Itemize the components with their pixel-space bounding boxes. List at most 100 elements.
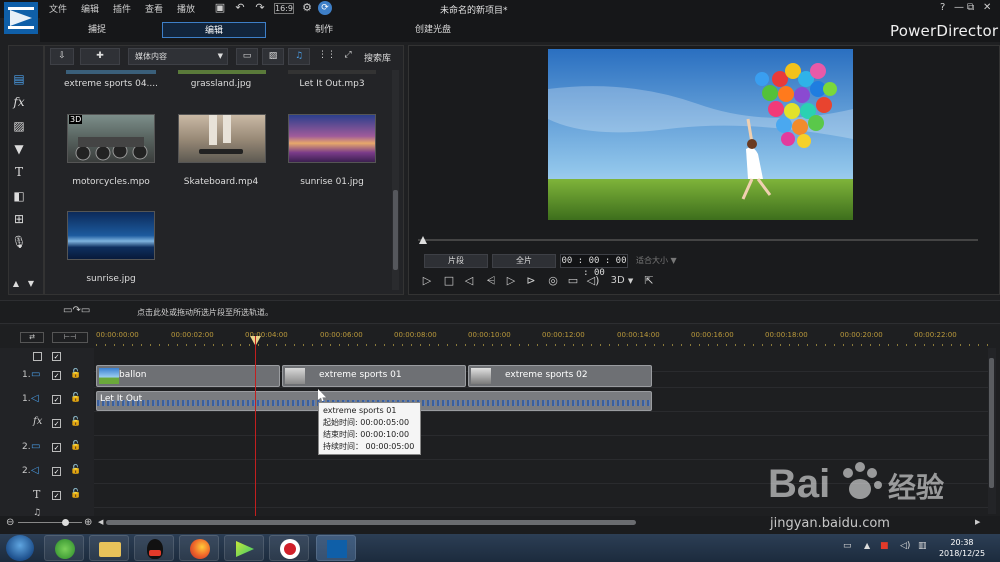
storyboard-toggle-icon[interactable]: ⇄ (20, 332, 44, 343)
menu-plugins[interactable]: 插件 (113, 2, 131, 15)
help-button[interactable]: ? (940, 2, 945, 13)
movie-mode-button[interactable]: 全片 (492, 254, 556, 268)
media-thumb-skateboard[interactable] (178, 114, 266, 163)
menu-edit[interactable]: 编辑 (81, 2, 99, 15)
app-logo[interactable] (4, 2, 38, 34)
enable-checkbox[interactable]: ✓ (52, 443, 61, 452)
fast-forward-icon[interactable]: ⊳ (524, 274, 538, 288)
tab-edit[interactable]: 编辑 (162, 22, 266, 38)
playhead[interactable] (255, 336, 256, 516)
filter-image-button[interactable]: ▨ (262, 48, 284, 65)
media-room-icon[interactable]: ▤ (11, 71, 27, 87)
undock-preview-icon[interactable]: ⇱ (642, 274, 656, 288)
media-thumb[interactable] (288, 70, 376, 74)
taskbar-explorer-icon[interactable] (89, 535, 129, 561)
start-button[interactable] (6, 535, 34, 561)
media-thumb[interactable] (66, 70, 156, 74)
particle-room-icon[interactable]: ▼ (11, 141, 27, 157)
video-clip[interactable]: extreme sports 01 (282, 365, 466, 387)
filter-video-button[interactable]: ▭ (236, 48, 258, 65)
video-clip[interactable]: ballon (96, 365, 280, 387)
fit-timeline-icon[interactable]: ⊢⊣ (52, 332, 88, 343)
pip-room-icon[interactable]: ▨ (11, 118, 27, 134)
taskbar-qq-icon[interactable] (134, 535, 174, 561)
transition-room-icon[interactable]: ◧ (11, 188, 27, 204)
redo-icon[interactable]: ↷ (253, 1, 267, 15)
enable-checkbox[interactable]: ✓ (52, 395, 61, 404)
close-button[interactable]: ✕ (983, 2, 991, 13)
zoom-slider[interactable] (18, 522, 82, 523)
fit-size-dropdown[interactable]: 适合大小 ▼ (636, 255, 677, 266)
clip-mode-button[interactable]: 片段 (424, 254, 488, 268)
taskbar-powerdirector-icon[interactable] (316, 535, 356, 561)
voiceover-room-icon[interactable]: 🎙 (11, 234, 27, 250)
enable-checkbox[interactable]: ✓ (52, 352, 61, 361)
taskbar-video-app-icon[interactable] (224, 535, 264, 561)
plugin-button[interactable]: ✚ (80, 48, 120, 65)
zoom-in-icon[interactable]: ⊕ (84, 517, 92, 528)
tray-volume-icon[interactable]: ◁) (900, 541, 910, 551)
preview-seekbar[interactable] (418, 239, 978, 241)
lock-icon[interactable]: 🔓 (70, 393, 81, 403)
lock-icon[interactable]: 🔓 (70, 489, 81, 499)
library-scrollbar[interactable] (392, 70, 399, 290)
timeline-hscroll-thumb[interactable] (106, 520, 636, 525)
resize-thumbnail-icon[interactable]: ⤢ (340, 48, 356, 65)
tray-network-icon[interactable]: ▥ (918, 541, 927, 551)
tab-capture[interactable]: 捕捉 (60, 22, 134, 38)
grid-view-icon[interactable]: ⋮⋮ (318, 48, 336, 65)
undo-icon[interactable]: ↶ (233, 1, 247, 15)
previous-frame-icon[interactable]: ◁ (462, 274, 476, 288)
tray-security-icon[interactable]: ■ (880, 541, 889, 551)
upgrade-icon[interactable]: ⟳ (318, 1, 332, 15)
media-thumb-motorcycles[interactable]: 3D (67, 114, 155, 163)
enable-checkbox[interactable]: ✓ (52, 419, 61, 428)
media-thumb[interactable] (178, 70, 266, 74)
snapshot-icon[interactable]: ◎ (546, 274, 560, 288)
rail-up-icon[interactable]: ▲ (11, 276, 21, 292)
fx-room-icon[interactable]: fx (11, 94, 27, 110)
lock-icon[interactable]: 🔓 (70, 417, 81, 427)
enable-checkbox[interactable]: ✓ (52, 371, 61, 380)
enable-checkbox[interactable]: ✓ (52, 467, 61, 476)
lock-icon[interactable]: 🔓 (70, 465, 81, 475)
scroll-thumb[interactable] (989, 358, 994, 488)
3d-mode-dropdown[interactable]: 3D ▼ (608, 274, 636, 288)
scroll-left-icon[interactable]: ◀ (98, 518, 103, 526)
search-library-button[interactable]: 搜索库 (364, 51, 391, 64)
zoom-out-icon[interactable]: ⊖ (6, 517, 14, 528)
tab-create-disc[interactable]: 创建光盘 (400, 22, 466, 38)
media-thumb-sunrise-01[interactable] (288, 114, 376, 163)
title-room-icon[interactable]: T (11, 164, 27, 180)
audio-mixing-room-icon[interactable]: ⊞ (11, 211, 27, 227)
taskbar-clock[interactable]: 20:38 2018/12/25 (938, 537, 986, 559)
video-clip[interactable]: extreme sports 02 (468, 365, 652, 387)
tray-expand-icon[interactable]: ▲ (864, 541, 870, 550)
menu-file[interactable]: 文件 (49, 2, 67, 15)
lock-icon[interactable]: 🔓 (70, 369, 81, 379)
subtitle-icon[interactable]: ▭ (566, 274, 580, 288)
menu-view[interactable]: 查看 (145, 2, 163, 15)
insert-to-track-icon[interactable]: ▭↷▭ (63, 305, 90, 316)
tray-keyboard-icon[interactable]: ▭ (843, 541, 852, 551)
scroll-thumb[interactable] (393, 190, 398, 270)
aspect-ratio-icon[interactable]: 16:9 (274, 3, 294, 14)
play-icon[interactable]: ▷ (420, 274, 434, 288)
filter-audio-button[interactable]: ♫ (288, 48, 310, 65)
rail-down-icon[interactable]: ▼ (26, 276, 36, 292)
media-thumb-sunrise[interactable] (67, 211, 155, 260)
master-track-toggle[interactable] (33, 352, 42, 361)
lock-icon[interactable]: 🔓 (70, 441, 81, 451)
taskbar-browser-icon[interactable] (44, 535, 84, 561)
taskbar-recorder-icon[interactable] (269, 535, 309, 561)
split-icon[interactable]: ⩤ (484, 274, 498, 288)
stop-icon[interactable]: □ (442, 274, 456, 288)
timecode-display[interactable]: 00 : 00 : 00 : 00 (560, 254, 628, 278)
next-frame-icon[interactable]: ▷ (504, 274, 518, 288)
media-content-dropdown[interactable]: 媒体内容 ▼ (128, 48, 228, 65)
taskbar-firefox-icon[interactable] (179, 535, 219, 561)
zoom-handle[interactable] (62, 519, 69, 526)
enable-checkbox[interactable]: ✓ (52, 491, 61, 500)
volume-icon[interactable]: ◁) (586, 274, 600, 288)
drag-hint[interactable]: 点击此处或拖动所选片段至所选轨道。 (137, 307, 273, 318)
